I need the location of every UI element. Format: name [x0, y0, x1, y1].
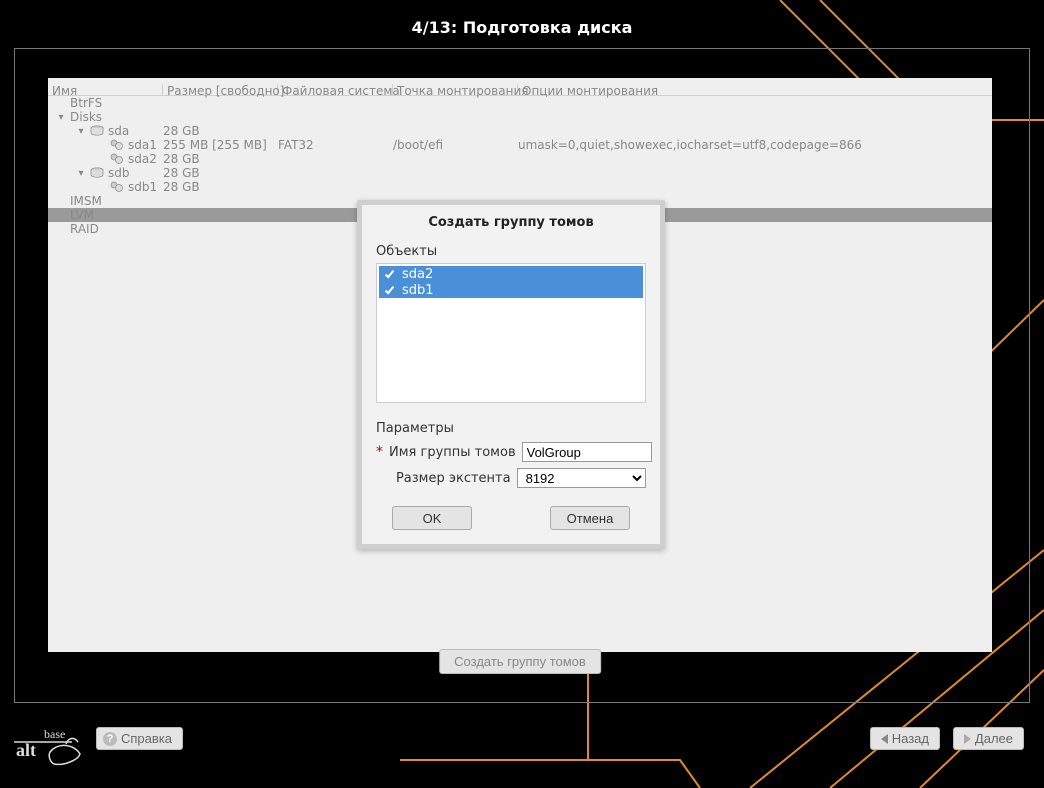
row-name: RAID — [70, 222, 99, 236]
chevron-left-icon — [881, 734, 888, 744]
objects-list[interactable]: sda2sdb1 — [376, 263, 646, 403]
tree-row[interactable]: sda228 GB — [48, 152, 992, 166]
tree-row[interactable]: BtrFS — [48, 96, 992, 110]
row-name: LVM — [70, 208, 94, 222]
row-name: BtrFS — [70, 96, 102, 110]
svg-text:base: base — [44, 727, 65, 741]
partition-icon — [110, 139, 124, 151]
dialog-title: Создать группу томов — [376, 215, 646, 230]
tree-row[interactable]: ▾sda28 GB — [48, 124, 992, 138]
back-button[interactable]: Назад — [870, 727, 940, 750]
required-star-icon: * — [376, 444, 383, 460]
extent-size-label: Размер экстента — [396, 471, 511, 486]
object-checkbox[interactable] — [383, 268, 396, 281]
basealt-logo: base alt — [14, 724, 92, 768]
back-label: Назад — [892, 731, 929, 746]
disk-icon — [90, 125, 104, 137]
row-name: sda — [108, 124, 129, 138]
expander-icon[interactable]: ▾ — [56, 112, 66, 123]
tree-header: Имя Размер [свободно] Файловая система Т… — [48, 78, 992, 96]
col-header-fs[interactable]: Файловая система — [278, 84, 393, 95]
row-name: sda2 — [128, 152, 157, 166]
object-name: sda2 — [402, 267, 433, 282]
ok-button[interactable]: OK — [392, 506, 472, 530]
extent-size-select[interactable]: 8192 — [517, 468, 646, 488]
col-header-name[interactable]: Имя — [48, 84, 163, 95]
partition-icon — [110, 181, 124, 193]
object-item[interactable]: sdb1 — [379, 282, 643, 298]
expander-icon[interactable]: ▾ — [76, 168, 86, 179]
tree-row[interactable]: ▾ Disks — [48, 110, 992, 124]
create-volume-group-button[interactable]: Создать группу томов — [439, 649, 601, 674]
next-label: Далее — [975, 731, 1013, 746]
help-icon: ? — [103, 732, 117, 746]
svg-text:alt: alt — [16, 740, 36, 760]
row-name: sdb1 — [128, 180, 157, 194]
object-item[interactable]: sda2 — [379, 266, 643, 282]
footer: base alt ? Справка Назад Далее — [0, 718, 1044, 788]
tree-row[interactable]: ▾sdb28 GB — [48, 166, 992, 180]
col-header-mount[interactable]: Точка монтирования — [393, 84, 518, 95]
vg-name-label: Имя группы томов — [389, 445, 516, 460]
create-volume-group-dialog: Создать группу томов Объекты sda2sdb1 Па… — [357, 200, 665, 549]
row-name: Disks — [70, 110, 102, 124]
row-name: sda1 — [128, 138, 157, 152]
object-name: sdb1 — [402, 283, 434, 298]
chevron-right-icon — [964, 734, 971, 744]
objects-label: Объекты — [376, 244, 646, 259]
help-label: Справка — [121, 731, 172, 746]
col-header-opts[interactable]: Опции монтирования — [518, 84, 992, 95]
expander-icon[interactable]: ▾ — [76, 126, 86, 137]
col-header-size[interactable]: Размер [свободно] — [163, 84, 278, 95]
cancel-button[interactable]: Отмена — [550, 506, 630, 530]
disk-icon — [90, 167, 104, 179]
params-label: Параметры — [376, 421, 646, 436]
next-button[interactable]: Далее — [953, 727, 1024, 750]
vg-name-input[interactable] — [522, 442, 652, 462]
help-button[interactable]: ? Справка — [96, 727, 183, 750]
tree-row[interactable]: sdb128 GB — [48, 180, 992, 194]
row-name: IMSM — [70, 194, 102, 208]
object-checkbox[interactable] — [383, 284, 396, 297]
partition-icon — [110, 153, 124, 165]
row-name: sdb — [108, 166, 130, 180]
tree-row[interactable]: sda1255 MB [255 MB]FAT32/boot/efiumask=0… — [48, 138, 992, 152]
page-title: 4/13: Подготовка диска — [0, 18, 1044, 37]
